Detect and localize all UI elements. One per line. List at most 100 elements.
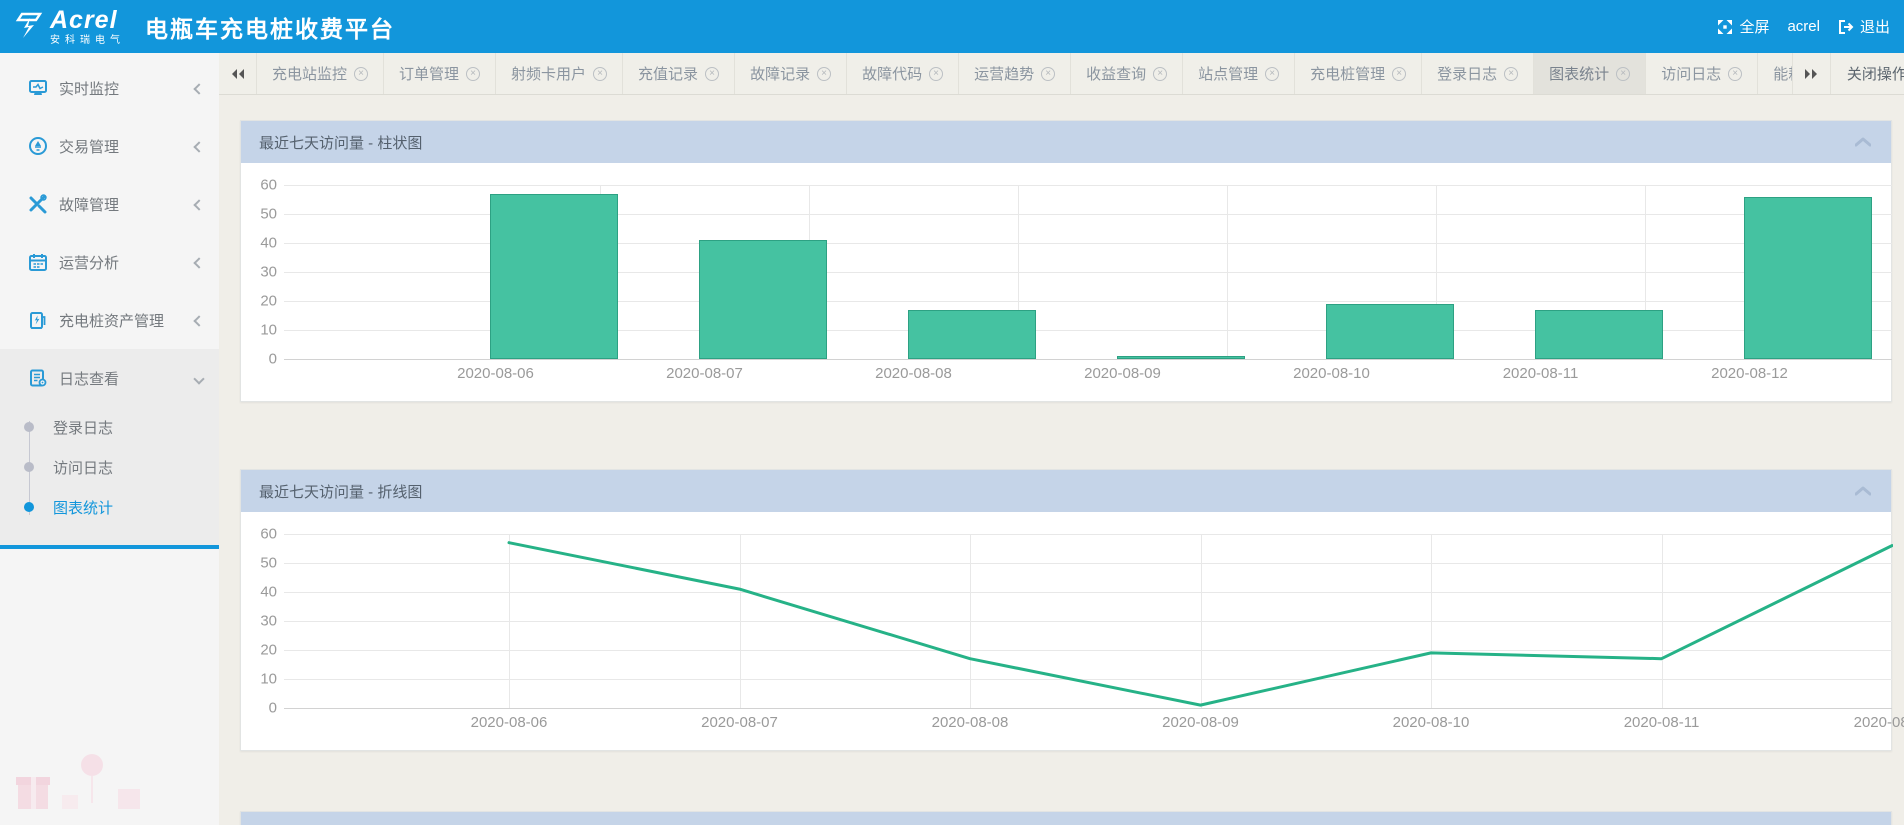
h-gridline	[284, 185, 1892, 186]
v-gridline	[1227, 185, 1228, 359]
tab-close-icon[interactable]: ×	[1265, 67, 1279, 81]
tab-station-management[interactable]: 站点管理 ×	[1183, 53, 1295, 94]
x-axis-tick-label: 2020-08-07	[675, 714, 805, 731]
tab-login-log[interactable]: 登录日志×	[1422, 53, 1534, 94]
open-tabs-list: 充电站监控×订单管理×射频卡用户×充值记录×故障记录×故障代码×运营趋势×收益查…	[257, 53, 1792, 94]
sidebar-group-operation-analysis: 运营分析	[0, 233, 219, 291]
tab-close-icon[interactable]: ×	[593, 67, 607, 81]
tab-close-icon[interactable]: ×	[705, 67, 719, 81]
x-axis-tick-label: 2020-08-09	[1136, 714, 1266, 731]
chevron-left-icon	[195, 138, 203, 155]
app-title: 电瓶车充电桩收费平台	[145, 10, 395, 44]
x-axis-tick-label: 2020-08-11	[1476, 365, 1606, 382]
x-axis-tick-label: 2020-08-10	[1267, 365, 1397, 382]
bar-chart: 01020304050602020-08-062020-08-072020-08…	[241, 163, 1891, 401]
sidebar-subitem-chart-statistics[interactable]: 图表统计	[0, 487, 219, 527]
tabbar: 充电站监控×订单管理×射频卡用户×充值记录×故障记录×故障代码×运营趋势×收益查…	[219, 53, 1904, 95]
tab-chart-statistics[interactable]: 图表统计×	[1534, 53, 1646, 94]
tab-access-log[interactable]: 访问日志 ×	[1646, 53, 1758, 94]
tab-close-icon[interactable]: ×	[466, 67, 480, 81]
charging-pile-icon	[28, 310, 48, 330]
tab-label: 站点管理	[1198, 63, 1258, 84]
x-axis-tick-label: 2020-08-08	[849, 365, 979, 382]
tab-order-management[interactable]: 订单管理 ×	[384, 53, 496, 94]
line-chart: 01020304050602020-08-062020-08-072020-08…	[241, 512, 1891, 750]
double-left-arrow-icon	[231, 68, 245, 80]
tab-revenue-query[interactable]: 收益查询 ×	[1071, 53, 1183, 94]
y-axis-tick-label: 0	[241, 351, 277, 368]
sidebar-item-transaction-management[interactable]: 交易管理	[0, 117, 219, 175]
username[interactable]: acrel	[1787, 18, 1820, 35]
x-axis-tick-label: 2020-08-10	[1366, 714, 1496, 731]
tab-label: 充电桩管理	[1310, 63, 1385, 84]
sidebar-group-realtime-monitoring: 实时监控	[0, 59, 219, 117]
tab-rfid-card-users[interactable]: 射频卡用户 ×	[496, 53, 623, 94]
tab-fault-codes[interactable]: 故障代码×	[847, 53, 959, 94]
logout-button[interactable]: 退出	[1838, 16, 1890, 37]
tab-label: 故障记录	[750, 63, 810, 84]
bullet-dot-icon	[24, 502, 34, 512]
tabs-scroll-right-button[interactable]	[1792, 53, 1830, 94]
collapse-chevron-icon[interactable]	[1855, 486, 1871, 496]
x-axis-tick-label: 2020-08-08	[905, 714, 1035, 731]
tab-charging-station-monitor[interactable]: 充电站监控×	[257, 53, 384, 94]
tab-close-icon[interactable]: ×	[1616, 67, 1630, 81]
sidebar-item-fault-management[interactable]: 故障管理	[0, 175, 219, 233]
chevron-left-icon	[195, 80, 203, 97]
collapse-chevron-icon[interactable]	[1855, 137, 1871, 147]
sidebar-subitem-label: 访问日志	[53, 457, 113, 478]
x-axis-tick-label: 2020-08-06	[431, 365, 561, 382]
tab-close-icon[interactable]: ×	[1041, 67, 1055, 81]
sidebar-item-realtime-monitoring[interactable]: 实时监控	[0, 59, 219, 117]
tab-label: 访问日志	[1661, 63, 1721, 84]
y-axis-tick-label: 60	[241, 177, 277, 194]
decorative-illustration	[0, 725, 219, 825]
logo-text: Acrel	[50, 8, 125, 33]
tab-close-icon[interactable]: ×	[1153, 67, 1167, 81]
bar-2020-08-11	[1535, 310, 1663, 359]
x-axis-tick-label: 2020-08-12	[1827, 714, 1904, 731]
line-chart-panel: 最近七天访问量 - 折线图 01020304050602020-08-06202…	[240, 469, 1892, 751]
tab-label: 射频卡用户	[511, 63, 586, 84]
tab-charging-pile-management[interactable]: 充电桩管理 ×	[1295, 53, 1422, 94]
tab-close-icon[interactable]: ×	[817, 67, 831, 81]
sidebar-subitem-access-log[interactable]: 访问日志	[0, 447, 219, 487]
bar-2020-08-12	[1744, 197, 1872, 359]
sidebar-subitem-label: 登录日志	[53, 417, 113, 438]
sidebar-item-operation-analysis[interactable]: 运营分析	[0, 233, 219, 291]
sidebar-item-log-viewing[interactable]: 日志查看	[0, 349, 219, 407]
tab-close-icon[interactable]: ×	[1504, 67, 1518, 81]
sidebar-subitem-login-log[interactable]: 登录日志	[0, 407, 219, 447]
bar-2020-08-07	[699, 240, 827, 359]
tab-recharge-records[interactable]: 充值记录 ×	[623, 53, 735, 94]
sidebar-item-charging-pile-assets[interactable]: 充电桩资产管理	[0, 291, 219, 349]
tab-close-icon[interactable]: ×	[354, 67, 368, 81]
y-axis-tick-label: 20	[241, 293, 277, 310]
line-chart-panel-header: 最近七天访问量 - 折线图	[241, 470, 1891, 512]
line-chart-panel-title: 最近七天访问量 - 折线图	[259, 481, 422, 502]
close-operations-menu[interactable]: 关闭操作	[1830, 53, 1904, 94]
tab-operation-trend[interactable]: 运营趋势×	[959, 53, 1071, 94]
header-right: 全屏 acrel 退出	[1717, 16, 1890, 37]
tab-close-icon[interactable]: ×	[929, 67, 943, 81]
acrel-logo: Acrel 安科瑞电气	[14, 8, 125, 46]
sidebar-item-label: 实时监控	[59, 78, 119, 99]
tab-close-icon[interactable]: ×	[1392, 67, 1406, 81]
tab-close-icon[interactable]: ×	[1728, 67, 1742, 81]
tab-label: 订单管理	[399, 63, 459, 84]
sidebar-menu: 实时监控交易管理故障管理运营分析充电桩资产管理日志查看登录日志访问日志图表统计	[0, 53, 219, 549]
x-axis-tick-label: 2020-08-07	[640, 365, 770, 382]
chevron-down-icon	[195, 370, 203, 387]
tab-label: 充值记录	[638, 63, 698, 84]
sidebar-item-label: 充电桩资产管理	[59, 310, 164, 331]
logo-subtext: 安科瑞电气	[50, 36, 125, 46]
tab-label: 收益查询	[1086, 63, 1146, 84]
tabs-scroll-left-button[interactable]	[219, 53, 257, 94]
fullscreen-button[interactable]: 全屏	[1717, 16, 1769, 37]
monitor-icon	[28, 78, 48, 98]
y-axis-tick-label: 40	[241, 235, 277, 252]
tab-energy-report[interactable]: 能耗报表×	[1758, 53, 1792, 94]
transaction-icon	[28, 136, 48, 156]
third-panel-cropped	[240, 811, 1892, 825]
tab-fault-records[interactable]: 故障记录 ×	[735, 53, 847, 94]
